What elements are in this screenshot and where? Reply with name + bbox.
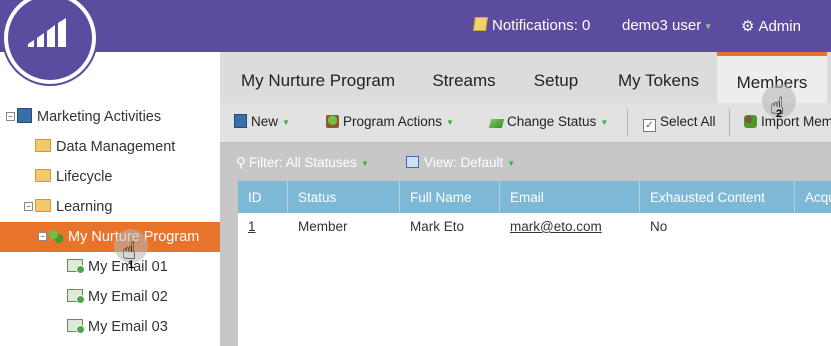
step-marker-1: ☝ 1 <box>114 229 148 271</box>
checkbox-icon: ✓ <box>643 119 656 132</box>
column-header-id[interactable]: ID <box>238 181 288 213</box>
toolbar: New ▼ Program Actions ▼ Change Status ▼ ✓ Se… <box>220 103 831 143</box>
chevron-down-icon: ▼ <box>282 118 290 127</box>
tab-setup[interactable]: Setup <box>512 52 600 103</box>
top-bar: Notifications: 0 demo3 user ▼ ⚙ Admin <box>0 0 831 84</box>
chevron-down-icon: ▼ <box>360 159 369 168</box>
import-members-button[interactable]: Import Mem <box>744 114 831 129</box>
cell-full-name: Mark Eto <box>410 219 465 234</box>
email-icon <box>67 319 85 334</box>
toolbar-divider <box>627 109 628 136</box>
admin-link[interactable]: ⚙ Admin <box>741 17 801 35</box>
cell-exhausted-content: No <box>650 219 668 234</box>
program-actions-button[interactable]: Program Actions ▼ <box>326 114 454 129</box>
filter-label: Filter: All Statuses <box>248 155 357 170</box>
tree-item-my-email-03[interactable]: My Email 03 <box>0 312 220 342</box>
user-menu[interactable]: demo3 user ▼ <box>622 17 712 34</box>
tree-item-my-email-01[interactable]: My Email 01 <box>0 252 220 282</box>
logo-bars-icon <box>28 18 66 47</box>
view-dropdown[interactable]: View: Default ▼ <box>406 155 515 170</box>
cell-id[interactable]: 1 <box>238 213 288 241</box>
chevron-down-icon: ▼ <box>704 22 713 31</box>
view-label: View: Default <box>424 155 504 170</box>
program-actions-label: Program Actions <box>343 114 443 129</box>
new-button[interactable]: New ▼ <box>234 114 290 129</box>
new-label: New <box>251 114 279 129</box>
column-header-status[interactable]: Status <box>288 181 400 213</box>
chevron-down-icon: ▼ <box>507 159 516 168</box>
tree-item-label: Marketing Activities <box>37 109 162 125</box>
column-header-exhausted-content[interactable]: Exhausted Content <box>640 181 795 213</box>
tree-item-label: My Email 03 <box>88 319 168 335</box>
program-tabs: My Nurture Program Streams Setup My Toke… <box>220 52 831 103</box>
step-marker-2: ☝ 2 <box>762 84 796 120</box>
notifications-icon <box>473 17 488 31</box>
change-status-label: Change Status <box>507 114 597 129</box>
collapse-icon[interactable]: − <box>24 202 33 211</box>
members-panel: New ▼ Program Actions ▼ Change Status ▼ ✓ Se… <box>220 103 831 346</box>
notifications-label: Notifications: 0 <box>492 17 591 34</box>
members-grid: ID Status Full Name Email Exhausted Cont… <box>238 181 831 346</box>
tree-item-label: Lifecycle <box>56 169 113 185</box>
import-members-icon <box>744 115 757 128</box>
status-filter-dropdown[interactable]: ⚲ Filter: All Statuses ▼ <box>236 155 369 171</box>
column-header-full-name[interactable]: Full Name <box>400 181 500 213</box>
step-number: 2 <box>776 108 783 120</box>
notifications-link[interactable]: Notifications: 0 <box>473 17 591 34</box>
column-header-email[interactable]: Email <box>500 181 640 213</box>
collapse-icon[interactable]: − <box>6 112 15 121</box>
cell-status: Member <box>298 219 348 234</box>
tree-item-lifecycle[interactable]: Lifecycle <box>0 162 220 192</box>
view-icon <box>406 156 419 168</box>
email-link[interactable]: mark@eto.com <box>510 219 602 234</box>
folder-icon <box>35 139 51 152</box>
table-row[interactable]: 1 Member Mark Eto mark@eto.com No <box>238 213 831 241</box>
tab-streams[interactable]: Streams <box>416 52 512 103</box>
folder-icon <box>35 169 51 182</box>
tree-item-my-nurture-program[interactable]: −My Nurture Program <box>0 222 220 252</box>
tree-item-data-management[interactable]: Data Management <box>0 132 220 162</box>
step-number: 1 <box>128 259 135 271</box>
change-status-icon <box>488 119 505 128</box>
gear-icon: ⚙ <box>741 18 755 35</box>
member-id-link[interactable]: 1 <box>248 219 256 234</box>
program-actions-icon <box>326 115 339 128</box>
email-icon <box>67 259 85 274</box>
filter-icon: ⚲ <box>236 155 246 170</box>
tab-my-nurture-program[interactable]: My Nurture Program <box>220 52 416 103</box>
select-all-label: Select All <box>660 114 716 129</box>
tree-item-label: My Email 02 <box>88 289 168 305</box>
tree-item-my-email-02[interactable]: My Email 02 <box>0 282 220 312</box>
grid-header: ID Status Full Name Email Exhausted Cont… <box>238 181 831 213</box>
tree-item-learning[interactable]: − Learning <box>0 192 220 222</box>
tab-my-tokens[interactable]: My Tokens <box>600 52 717 103</box>
collapse-icon[interactable]: − <box>38 232 47 241</box>
cell-email[interactable]: mark@eto.com <box>500 213 640 241</box>
nurture-program-icon <box>49 230 63 243</box>
tree-item-label: Learning <box>56 199 113 215</box>
chevron-down-icon: ▼ <box>600 118 609 127</box>
select-all-button[interactable]: ✓ Select All <box>643 114 716 132</box>
filter-bar: ⚲ Filter: All Statuses ▼ View: Default ▼ <box>220 143 831 181</box>
tree-item-marketing-activities[interactable]: − Marketing Activities <box>0 102 226 132</box>
tree-item-label: Data Management <box>56 139 176 155</box>
folder-icon <box>35 199 51 212</box>
change-status-button[interactable]: Change Status ▼ <box>488 114 609 129</box>
toolbar-divider <box>729 109 730 136</box>
chevron-down-icon: ▼ <box>446 118 454 127</box>
user-label: demo3 user <box>622 17 702 34</box>
column-header-acquired-by[interactable]: Acqu <box>795 181 831 213</box>
email-icon <box>67 289 85 304</box>
marketing-activities-icon <box>17 108 32 123</box>
new-icon <box>234 114 247 128</box>
admin-label: Admin <box>758 18 801 35</box>
marketing-activities-tree: − Marketing Activities Data Management Li… <box>0 52 220 346</box>
